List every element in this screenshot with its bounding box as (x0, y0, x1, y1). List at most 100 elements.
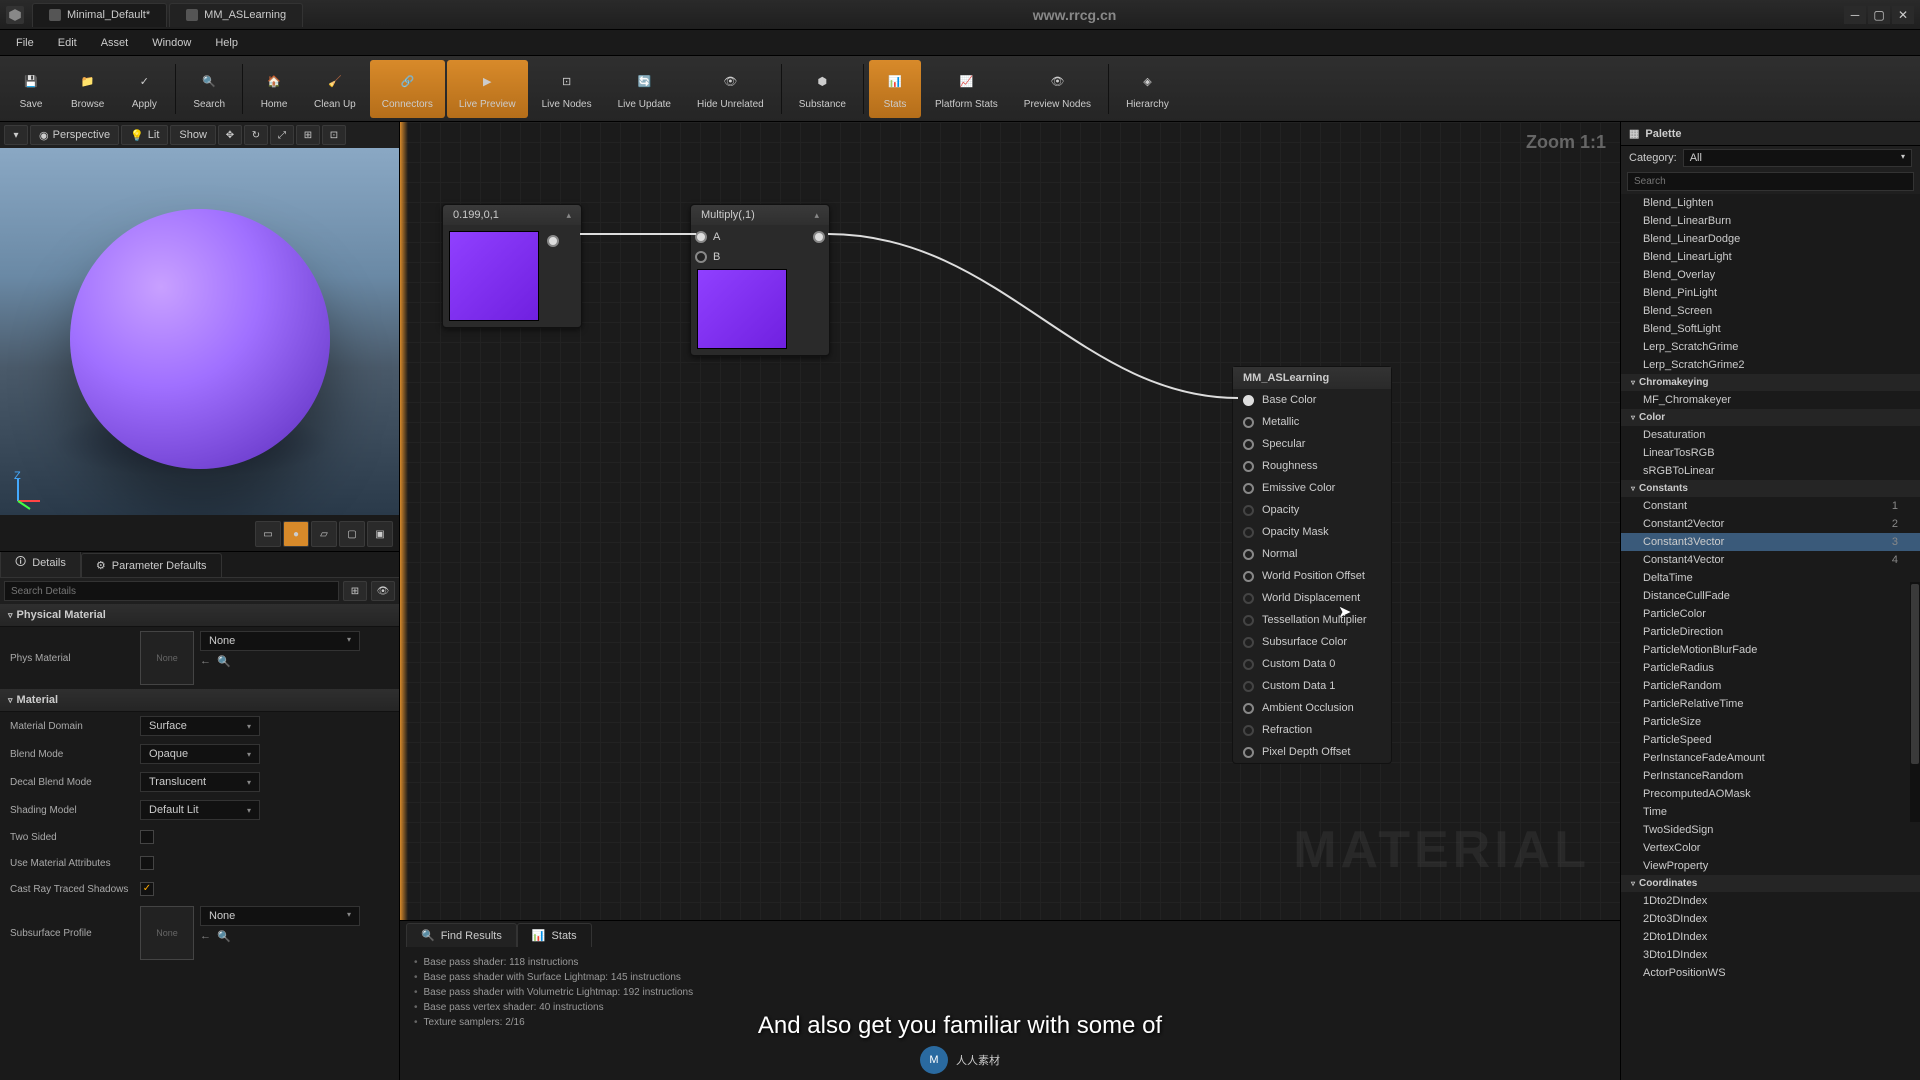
palette-item[interactable]: Lerp_ScratchGrime (1621, 338, 1920, 356)
collapse-icon[interactable]: ▴ (814, 210, 819, 221)
shape-cube-button[interactable]: ▢ (339, 521, 365, 547)
viewport-options-button[interactable]: ▾ (4, 125, 28, 145)
menu-window[interactable]: Window (140, 33, 203, 53)
pin-socket[interactable] (1243, 461, 1254, 472)
material-pin-world-position-offset[interactable]: World Position Offset (1233, 565, 1391, 587)
palette-item[interactable]: DistanceCullFade (1621, 587, 1920, 605)
material-preview-viewport[interactable]: ▾ ◉Perspective 💡Lit Show ✥ ↻ ⤢ ⊞ ⊡ Z (0, 122, 399, 552)
menu-asset[interactable]: Asset (89, 33, 141, 53)
palette-item[interactable]: PerInstanceFadeAmount (1621, 749, 1920, 767)
viewport-rotate-button[interactable]: ↻ (244, 125, 268, 145)
toolbar-clean-up-button[interactable]: 🧹Clean Up (302, 60, 368, 118)
toolbar-connectors-button[interactable]: 🔗Connectors (370, 60, 445, 118)
category-physical-material[interactable]: Physical Material (0, 604, 399, 627)
pin-socket[interactable] (1243, 417, 1254, 428)
viewport-perspective-button[interactable]: ◉Perspective (30, 125, 119, 145)
palette-item[interactable]: Blend_LinearDodge (1621, 230, 1920, 248)
palette-item[interactable]: PrecomputedAOMask (1621, 785, 1920, 803)
viewport-camera-button[interactable]: ⊡ (322, 125, 346, 145)
toolbar-platform-stats-button[interactable]: 📈Platform Stats (923, 60, 1010, 118)
palette-item[interactable]: PerInstanceRandom (1621, 767, 1920, 785)
pin-socket[interactable] (1243, 703, 1254, 714)
input-pin-b[interactable] (695, 251, 707, 263)
palette-item[interactable]: ParticleSize (1621, 713, 1920, 731)
prop-thumb[interactable]: None (140, 906, 194, 960)
material-pin-metallic[interactable]: Metallic (1233, 411, 1391, 433)
toolbar-live-preview-button[interactable]: ▶Live Preview (447, 60, 528, 118)
material-pin-ambient-occlusion[interactable]: Ambient Occlusion (1233, 697, 1391, 719)
palette-item[interactable]: Constant1 (1621, 497, 1920, 515)
palette-search-input[interactable] (1627, 172, 1914, 191)
details-scrollbar[interactable] (1910, 582, 1920, 822)
minimize-button[interactable]: ─ (1844, 6, 1866, 24)
palette-item[interactable]: Blend_LinearBurn (1621, 212, 1920, 230)
toolbar-save-button[interactable]: 💾Save (5, 60, 57, 118)
toolbar-live-nodes-button[interactable]: ⊡Live Nodes (530, 60, 604, 118)
use-selected-icon[interactable]: ← (200, 930, 211, 943)
output-pin[interactable] (547, 235, 559, 247)
tab-mm-aslearning[interactable]: MM_ASLearning (169, 3, 303, 27)
palette-item[interactable]: 2Dto3DIndex (1621, 910, 1920, 928)
palette-item[interactable]: ParticleSpeed (1621, 731, 1920, 749)
palette-item[interactable]: Lerp_ScratchGrime2 (1621, 356, 1920, 374)
node-multiply[interactable]: Multiply(,1)▴ A B (690, 204, 830, 356)
material-pin-specular[interactable]: Specular (1233, 433, 1391, 455)
search-options-button[interactable]: ⊞ (343, 581, 367, 601)
toolbar-browse-button[interactable]: 📁Browse (59, 60, 116, 118)
toolbar-substance-button[interactable]: ⬢Substance (787, 60, 858, 118)
palette-item[interactable]: 1Dto2DIndex (1621, 892, 1920, 910)
toolbar-hierarchy-button[interactable]: ◈Hierarchy (1114, 60, 1181, 118)
prop-checkbox[interactable] (140, 882, 154, 896)
tab-minimal-default[interactable]: Minimal_Default* (32, 3, 167, 27)
palette-group-color[interactable]: Color (1621, 409, 1920, 426)
close-button[interactable]: ✕ (1892, 6, 1914, 24)
palette-item[interactable]: Desaturation (1621, 426, 1920, 444)
toolbar-apply-button[interactable]: ✓Apply (118, 60, 170, 118)
palette-item[interactable]: DeltaTime (1621, 569, 1920, 587)
palette-item[interactable]: Blend_SoftLight (1621, 320, 1920, 338)
palette-item[interactable]: TwoSidedSign (1621, 821, 1920, 839)
palette-item[interactable]: Blend_Overlay (1621, 266, 1920, 284)
preview-render[interactable] (0, 148, 399, 515)
category-material[interactable]: Material (0, 689, 399, 712)
prop-dropdown[interactable]: Opaque (140, 744, 260, 764)
palette-item[interactable]: Constant3Vector3 (1621, 533, 1920, 551)
palette-item[interactable]: VertexColor (1621, 839, 1920, 857)
category-dropdown[interactable]: All (1683, 149, 1912, 167)
material-pin-normal[interactable]: Normal (1233, 543, 1391, 565)
material-graph-canvas[interactable]: Zoom 1:1 MATERIAL 0.199,0,1▴ Multiply(,1… (400, 122, 1620, 920)
toolbar-hide-unrelated-button[interactable]: 👁Hide Unrelated (685, 60, 776, 118)
shape-custom-button[interactable]: ▣ (367, 521, 393, 547)
palette-group-coordinates[interactable]: Coordinates (1621, 875, 1920, 892)
palette-item[interactable]: LinearTosRGB (1621, 444, 1920, 462)
palette-group-constants[interactable]: Constants (1621, 480, 1920, 497)
palette-item[interactable]: Constant2Vector2 (1621, 515, 1920, 533)
palette-item[interactable]: Blend_Screen (1621, 302, 1920, 320)
maximize-button[interactable]: ▢ (1868, 6, 1890, 24)
palette-item[interactable]: Constant4Vector4 (1621, 551, 1920, 569)
toolbar-preview-nodes-button[interactable]: 👁Preview Nodes (1012, 60, 1103, 118)
palette-item[interactable]: ParticleRelativeTime (1621, 695, 1920, 713)
pin-socket[interactable] (1243, 483, 1254, 494)
phys-material-thumb[interactable]: None (140, 631, 194, 685)
node-constant3vector[interactable]: 0.199,0,1▴ (442, 204, 582, 328)
shape-plane-button[interactable]: ▱ (311, 521, 337, 547)
pin-socket[interactable] (1243, 747, 1254, 758)
prop-checkbox[interactable] (140, 856, 154, 870)
tab-stats[interactable]: 📊Stats (517, 923, 592, 947)
pin-socket[interactable] (1243, 549, 1254, 560)
use-selected-icon[interactable]: ← (200, 655, 211, 668)
material-pin-base-color[interactable]: Base Color (1233, 389, 1391, 411)
prop-checkbox[interactable] (140, 830, 154, 844)
input-pin-a[interactable] (695, 231, 707, 243)
menu-edit[interactable]: Edit (46, 33, 89, 53)
toolbar-home-button[interactable]: 🏠Home (248, 60, 300, 118)
material-pin-emissive-color[interactable]: Emissive Color (1233, 477, 1391, 499)
prop-thumb-dropdown[interactable]: None (200, 906, 360, 926)
palette-item[interactable]: Blend_LinearLight (1621, 248, 1920, 266)
material-pin-pixel-depth-offset[interactable]: Pixel Depth Offset (1233, 741, 1391, 763)
palette-item[interactable]: ParticleMotionBlurFade (1621, 641, 1920, 659)
palette-item[interactable]: ViewProperty (1621, 857, 1920, 875)
node-material-output[interactable]: MM_ASLearning Base ColorMetallicSpecular… (1232, 366, 1392, 764)
palette-item[interactable]: ParticleRandom (1621, 677, 1920, 695)
